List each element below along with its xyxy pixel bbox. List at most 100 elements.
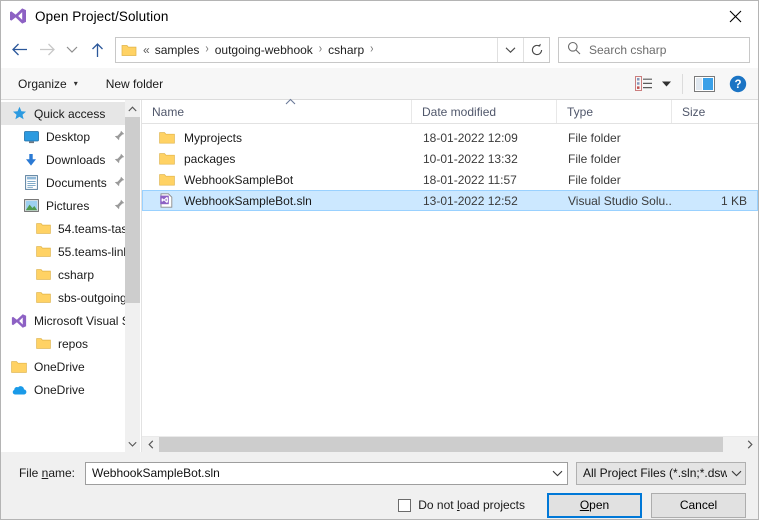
new-folder-button[interactable]: New folder [99,73,170,95]
toolbar-divider [682,73,683,94]
folder-icon [35,267,51,283]
sidebar-item-pictures[interactable]: Pictures [1,194,140,217]
arrow-up-icon [91,42,103,57]
column-header-label: Date modified [422,104,497,119]
document-icon [23,175,39,191]
navigation-bar: « samples › outgoing-webhook › csharp › [1,31,758,68]
column-header-label: Type [567,104,594,119]
chevron-down-icon[interactable] [547,470,567,477]
close-button[interactable] [712,1,758,31]
file-name-text: packages [184,151,236,166]
search-input[interactable]: Search csharp [589,43,666,57]
breadcrumb-item-csharp[interactable]: csharp [327,41,365,59]
sidebar-item-onedrive-folder[interactable]: OneDrive [1,355,140,378]
chevron-down-icon [505,46,516,53]
view-mode-dropdown[interactable] [657,72,675,96]
column-header-name[interactable]: Name [142,98,412,123]
column-header-size[interactable]: Size [672,100,758,123]
horizontal-scroll-thumb[interactable] [159,437,723,452]
chevron-down-icon [661,81,671,86]
folder-icon [159,130,176,146]
file-name-cell: WebhookSampleBot [143,172,413,188]
column-header-type[interactable]: Type [557,100,672,123]
sidebar-item-csharp[interactable]: csharp [1,263,140,286]
download-icon [23,152,39,168]
folder-icon [121,43,137,57]
folder-icon [11,359,27,375]
sidebar-item-microsoft-visual-studio[interactable]: Microsoft Visual S [1,309,140,332]
breadcrumb-item-outgoing-webhook[interactable]: outgoing-webhook [214,41,314,59]
recent-locations-button[interactable] [61,36,83,64]
help-icon: ? [729,75,747,92]
column-header-label: Name [152,104,185,119]
sidebar-item-54-teams-task-m[interactable]: 54.teams-task-m [1,217,140,240]
table-row[interactable]: WebhookSampleBot 18-01-2022 11:57 File f… [142,169,758,190]
sidebar-scrollbar[interactable] [125,100,140,452]
up-button[interactable] [83,36,111,64]
file-name-text: WebhookSampleBot.sln [184,193,312,208]
arrow-right-icon [39,43,55,56]
chevron-down-icon[interactable] [727,470,745,477]
back-button[interactable] [5,36,33,64]
forward-button[interactable] [33,36,61,64]
breadcrumb-separator[interactable]: › [365,43,378,57]
horizontal-scrollbar[interactable] [142,436,758,452]
scroll-left-button[interactable] [142,437,159,452]
sidebar-item-label: csharp [58,267,95,282]
sidebar-item-label: Documents [46,175,107,190]
breadcrumb-overflow[interactable]: « [143,43,150,57]
onedrive-cloud-icon [11,382,27,398]
view-mode-button[interactable] [629,72,657,96]
preview-pane-button[interactable] [690,72,718,96]
cancel-button[interactable]: Cancel [651,492,746,518]
scroll-right-button[interactable] [741,437,758,452]
open-button[interactable]: Open [547,492,642,518]
chevron-left-icon [147,440,153,449]
visual-studio-icon [9,7,27,25]
breadcrumb-separator[interactable]: › [314,43,327,57]
column-header-row: Name Date modified Type Size [142,98,758,124]
table-row[interactable]: Myprojects 18-01-2022 12:09 File folder [142,127,758,148]
sidebar-item-onedrive-cloud[interactable]: OneDrive [1,378,140,401]
scroll-up-button[interactable] [125,100,140,117]
file-type-cell: File folder [568,130,621,145]
arrow-left-icon [11,43,27,56]
refresh-icon [531,43,542,55]
sidebar-item-label: repos [58,336,89,351]
scroll-down-button[interactable] [125,435,140,452]
table-row[interactable]: WebhookSampleBot.sln 13-01-2022 12:52 Vi… [142,190,758,211]
sidebar-item-desktop[interactable]: Desktop [1,125,140,148]
organize-button[interactable]: Organize ▾ [11,73,85,95]
checkbox-box[interactable] [398,498,412,512]
address-dropdown-button[interactable] [497,37,523,62]
help-button[interactable]: ? [724,72,752,96]
address-bar[interactable]: « samples › outgoing-webhook › csharp › [115,36,550,63]
sidebar-scroll-thumb[interactable] [125,117,140,303]
file-type-filter-dropdown[interactable]: All Project Files (*.sln;*.dsw;*.vc [576,461,746,485]
sidebar-item-label: 54.teams-task-m [58,221,126,236]
breadcrumb[interactable]: « samples › outgoing-webhook › csharp › [116,41,497,59]
file-name-cell: Myprojects [143,130,413,146]
table-row[interactable]: packages 10-01-2022 13:32 File folder [142,148,758,169]
refresh-button[interactable] [523,37,549,62]
column-header-date-modified[interactable]: Date modified [412,100,557,123]
pictures-icon [23,198,39,214]
do-not-load-projects-checkbox[interactable]: Do not load projects [398,498,525,512]
sidebar-item-label: OneDrive [34,382,85,397]
sidebar-item-downloads[interactable]: Downloads [1,148,140,171]
sidebar-item-sbs-outgoing-w[interactable]: sbs-outgoing-w [1,286,140,309]
visual-studio-icon [11,313,27,329]
search-box[interactable]: Search csharp [558,36,750,63]
file-name-input[interactable]: WebhookSampleBot.sln [85,461,568,485]
command-toolbar: Organize ▾ New folder ? [1,68,758,100]
folder-icon [35,221,51,237]
sidebar-item-documents[interactable]: Documents [1,171,140,194]
file-type-cell: File folder [568,172,621,187]
file-name-cell: packages [143,151,413,167]
sidebar-item-repos[interactable]: repos [1,332,140,355]
sidebar-item-55-teams-link-ur[interactable]: 55.teams-link-ur [1,240,140,263]
breadcrumb-item-samples[interactable]: samples [154,41,201,59]
sidebar-item-quick-access[interactable]: Quick access [1,102,140,125]
sidebar-item-label: Downloads [46,152,106,167]
breadcrumb-separator[interactable]: › [200,43,213,57]
